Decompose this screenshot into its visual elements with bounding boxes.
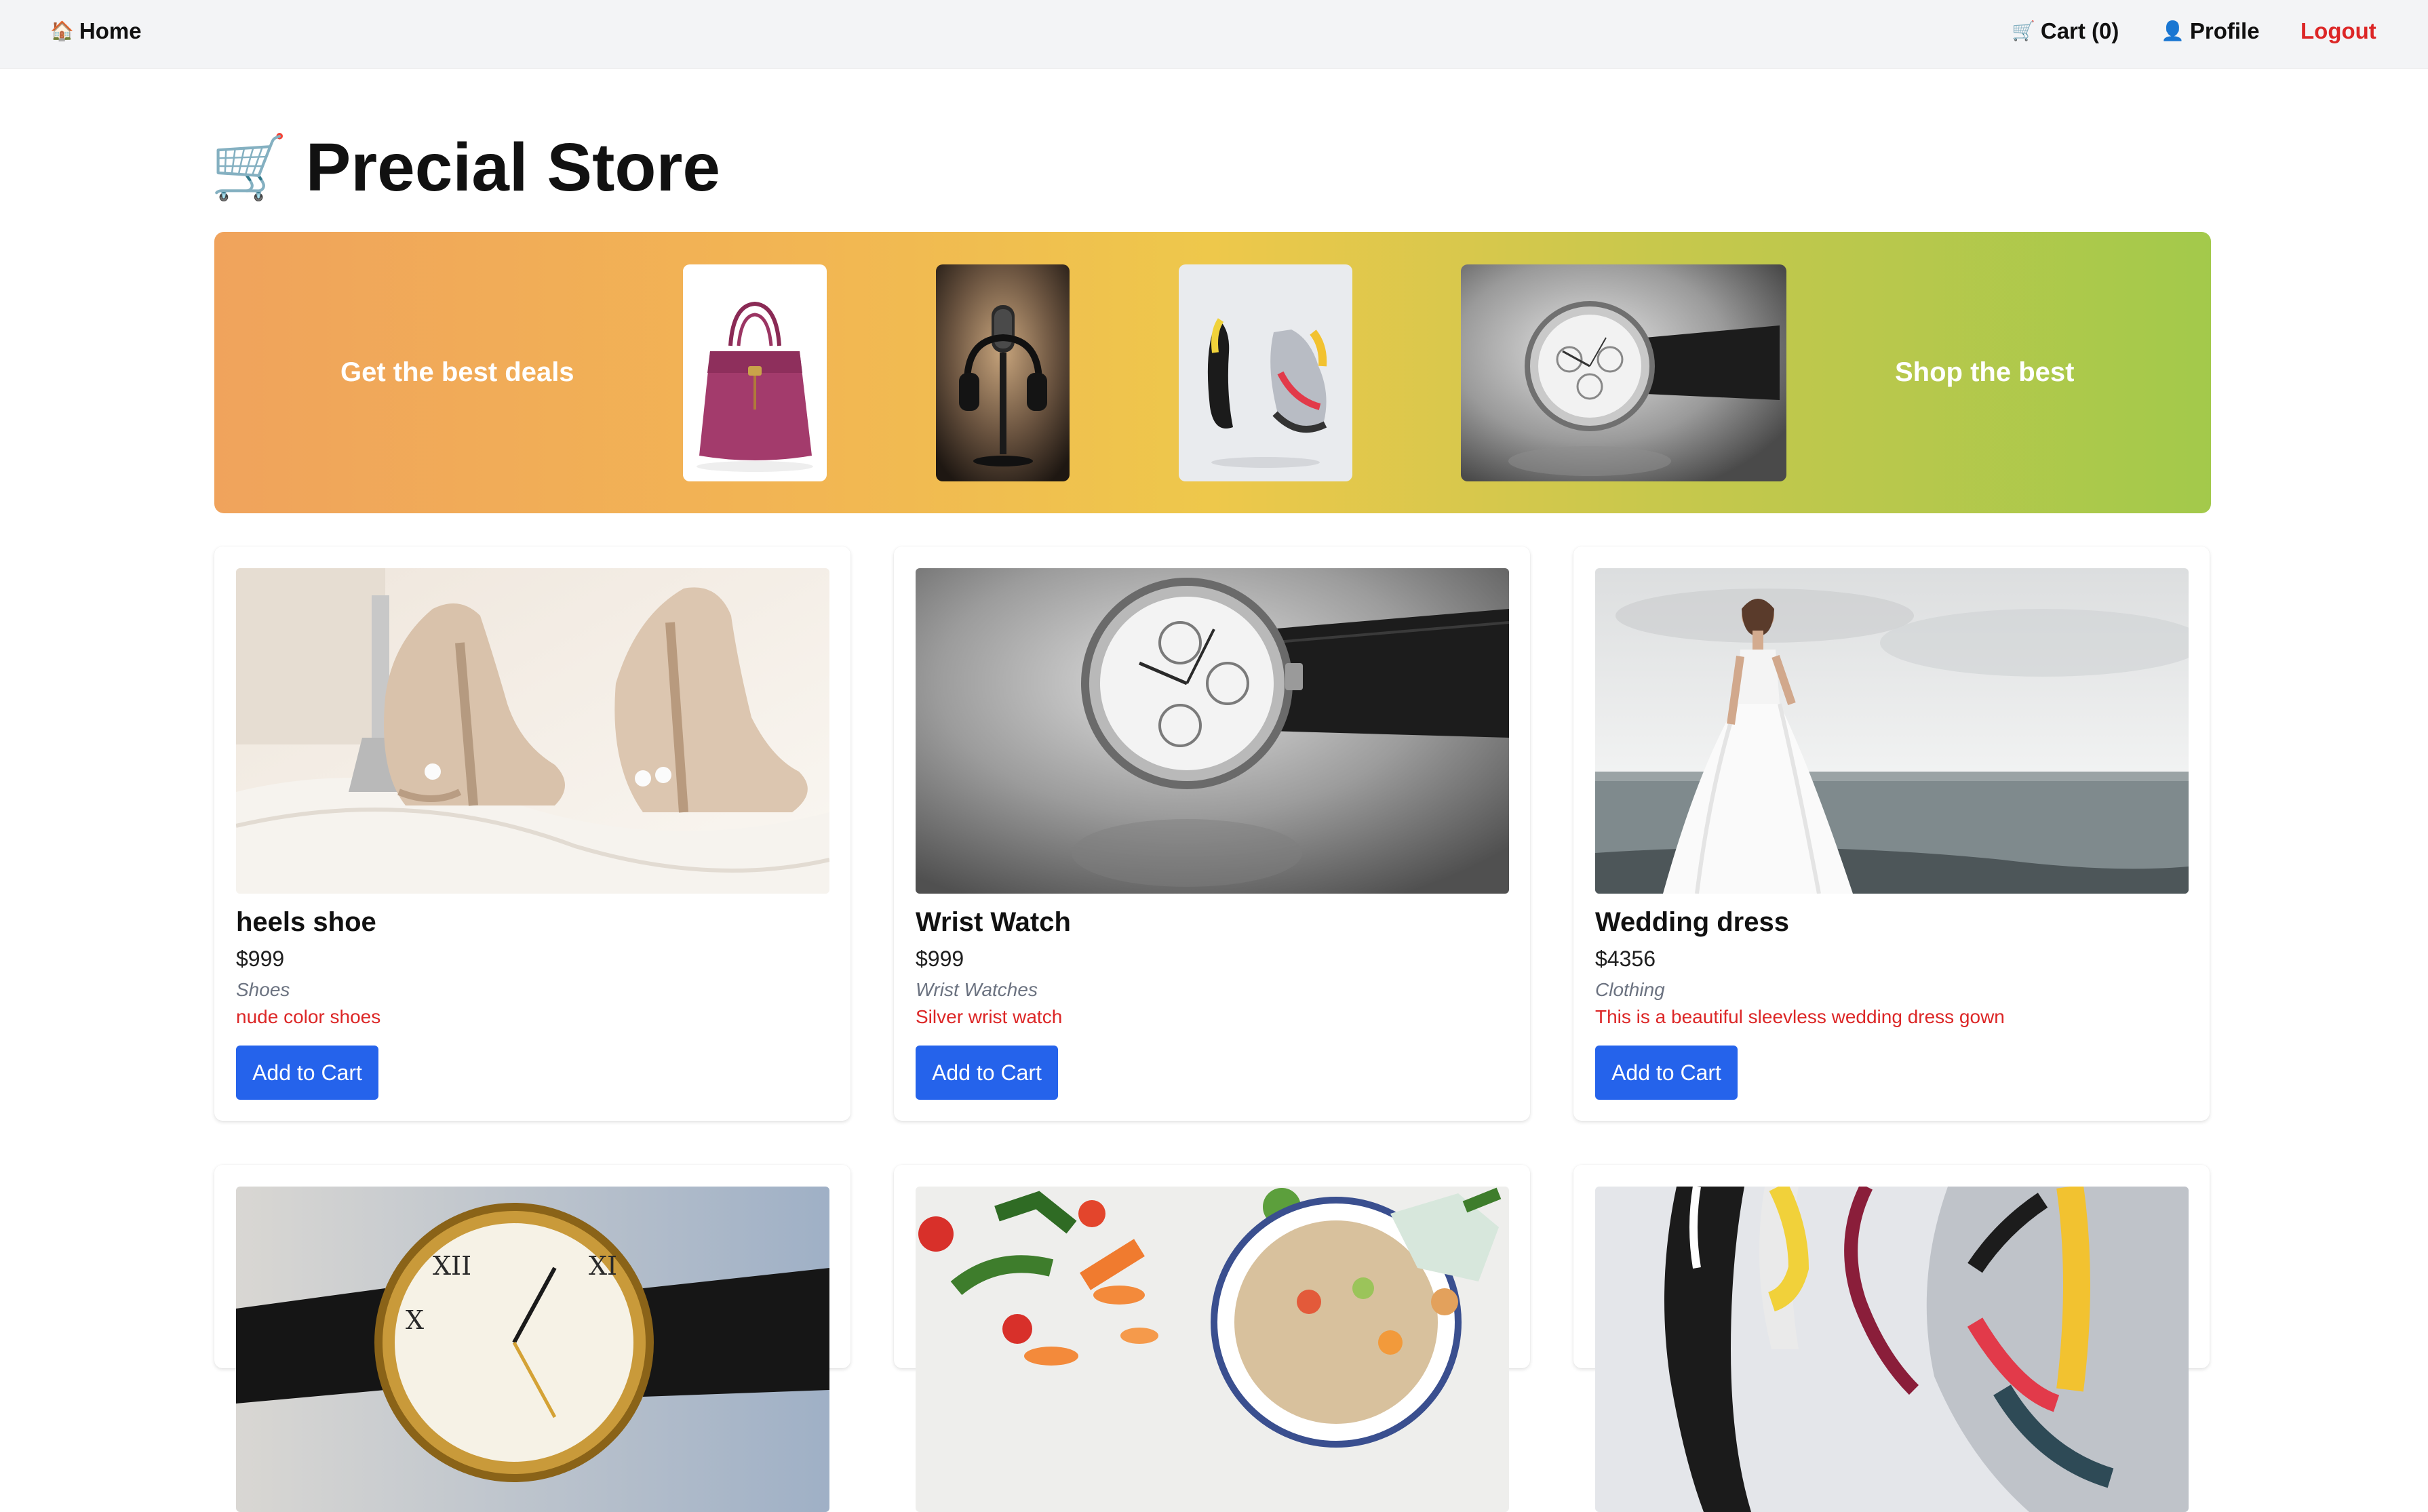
gold-watch-image: XII XI X — [236, 1187, 829, 1512]
top-navbar: 🏠 Home 🛒 Cart (0) 👤 Profile Logout — [0, 0, 2428, 69]
home-link[interactable]: 🏠 Home — [50, 0, 142, 62]
profile-link[interactable]: 👤 Profile — [2161, 0, 2260, 62]
product-card: Wrist Watch $999 Wrist Watches Silver wr… — [894, 546, 1530, 1121]
product-price: $999 — [916, 947, 964, 971]
add-to-cart-button[interactable]: Add to Cart — [236, 1046, 378, 1100]
logout-link[interactable]: Logout — [2300, 0, 2376, 62]
product-name: heels shoe — [236, 907, 376, 937]
add-to-cart-button[interactable]: Add to Cart — [916, 1046, 1058, 1100]
food-vegetables-image — [916, 1187, 1509, 1512]
product-price: $4356 — [1595, 947, 1656, 971]
wedding-dress-image — [1595, 568, 2189, 894]
product-name: Wrist Watch — [916, 907, 1071, 937]
home-link-label: Home — [79, 18, 142, 43]
wrist-watch-image — [1461, 264, 1786, 481]
product-category: Wrist Watches — [916, 979, 1038, 1000]
product-name: Wedding dress — [1595, 907, 1789, 937]
person-icon: 👤 — [2161, 20, 2185, 41]
product-price: $999 — [236, 947, 285, 971]
svg-text:XII: XII — [433, 1251, 471, 1281]
product-card: XII XI X — [214, 1165, 850, 1512]
product-description: This is a beautiful sleevless wedding dr… — [1595, 1006, 2005, 1027]
add-to-cart-button[interactable]: Add to Cart — [1595, 1046, 1738, 1100]
sneakers-image — [1179, 264, 1352, 481]
banner-left-text: Get the best deals — [340, 357, 574, 387]
handbag-image — [683, 264, 827, 481]
house-icon: 🏠 — [50, 20, 74, 41]
product-category: Clothing — [1595, 979, 1665, 1000]
heels-shoe-image — [236, 568, 829, 894]
banner-right-text: Shop the best — [1895, 357, 2075, 387]
svg-text:XI: XI — [589, 1251, 617, 1281]
product-card: heels shoe $999 Shoes nude color shoes A… — [214, 546, 850, 1121]
product-card — [1573, 1165, 2210, 1512]
sneakers-image — [1595, 1187, 2189, 1512]
cart-link[interactable]: 🛒 Cart (0) — [2012, 0, 2119, 62]
svg-text:X: X — [406, 1305, 424, 1335]
profile-link-label: Profile — [2189, 18, 2260, 43]
product-card — [894, 1165, 1530, 1512]
cart-icon: 🛒 — [210, 132, 288, 202]
wrist-watch-image — [916, 568, 1509, 894]
page-title: 🛒 Precial Store — [210, 123, 720, 212]
cart-icon: 🛒 — [2012, 20, 2035, 41]
product-description: Silver wrist watch — [916, 1006, 1063, 1027]
product-description: nude color shoes — [236, 1006, 381, 1027]
cart-link-label: Cart (0) — [2040, 18, 2119, 43]
page-title-text: Precial Store — [305, 129, 720, 205]
microphone-headphones-image — [936, 264, 1070, 481]
product-category: Shoes — [236, 979, 290, 1000]
product-card: Wedding dress $4356 Clothing This is a b… — [1573, 546, 2210, 1121]
promo-banner: Get the best deals Shop the best — [214, 232, 2211, 513]
